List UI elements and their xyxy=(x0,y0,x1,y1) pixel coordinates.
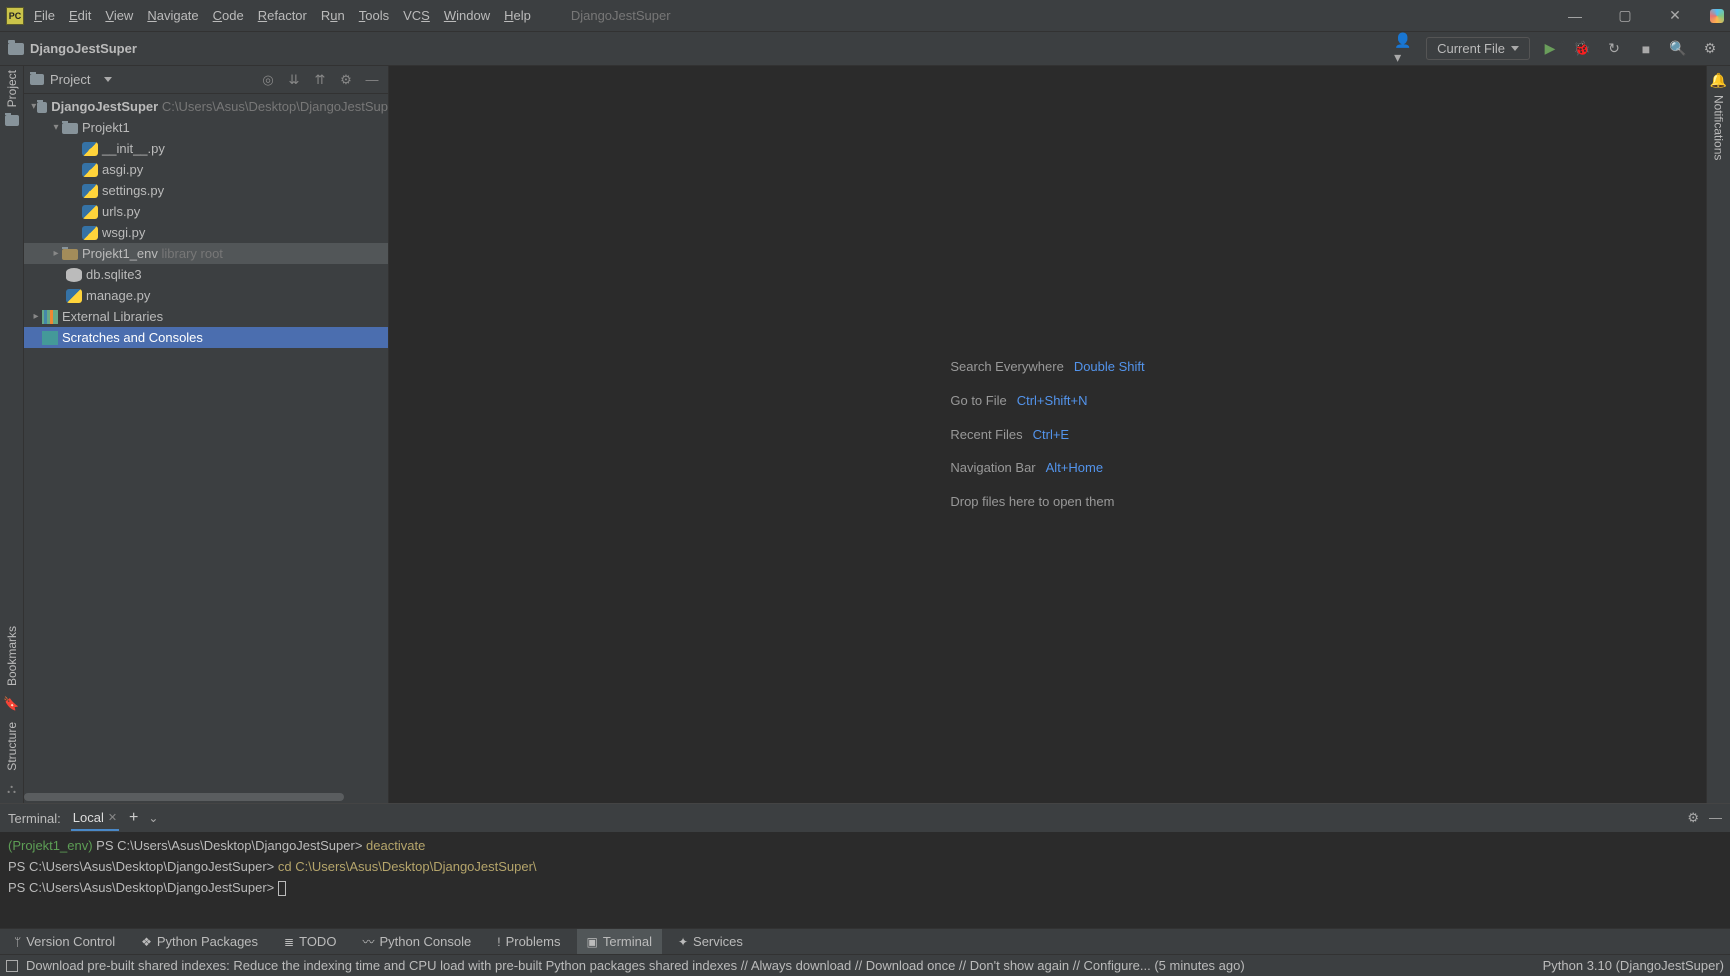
status-message[interactable]: Download pre-built shared indexes: Reduc… xyxy=(26,958,1245,973)
drop-hint: Drop files here to open them xyxy=(950,485,1144,519)
menu-code[interactable]: Code xyxy=(213,8,244,23)
debug-button[interactable]: 🐞 xyxy=(1570,37,1594,61)
tree-file-db[interactable]: db.sqlite3 xyxy=(24,264,388,285)
terminal-output[interactable]: (Projekt1_env) PS C:\Users\Asus\Desktop\… xyxy=(0,832,1730,928)
structure-tool-button[interactable]: Structure xyxy=(5,722,19,771)
pycharm-logo-icon: PC xyxy=(6,7,24,25)
close-button[interactable]: ✕ xyxy=(1660,7,1690,24)
shortcut-row[interactable]: Search EverywhereDouble Shift xyxy=(950,350,1144,384)
code-with-me-icon[interactable] xyxy=(1710,9,1724,23)
tab-version-control[interactable]: ᛘVersion Control xyxy=(4,929,125,954)
project-tool-button[interactable]: Project xyxy=(5,70,19,107)
menu-file[interactable]: File xyxy=(34,8,55,23)
menu-tools[interactable]: Tools xyxy=(359,8,389,23)
right-tool-stripe: 🔔 Notifications xyxy=(1706,66,1730,803)
project-tree[interactable]: DjangoJestSuper C:\Users\Asus\Desktop\Dj… xyxy=(24,94,388,793)
menu-run[interactable]: Run xyxy=(321,8,345,23)
notifications-icon[interactable]: 🔔 xyxy=(1710,72,1727,89)
tool-windows-toggle-icon[interactable] xyxy=(6,960,18,972)
interpreter-indicator[interactable]: Python 3.10 (DjangoJestSuper) xyxy=(1543,958,1724,973)
gear-icon[interactable]: ⚙ xyxy=(1687,810,1699,826)
menu-view[interactable]: View xyxy=(105,8,133,23)
hide-icon[interactable]: — xyxy=(362,72,382,87)
title-bar: PC File Edit View Navigate Code Refactor… xyxy=(0,0,1730,32)
close-icon[interactable]: ✕ xyxy=(108,811,117,824)
tree-file[interactable]: wsgi.py xyxy=(24,222,388,243)
left-tool-stripe: Project Bookmarks 🔖 Structure ⛬ xyxy=(0,66,24,803)
terminal-tab-local[interactable]: Local✕ xyxy=(71,806,119,831)
menu-navigate[interactable]: Navigate xyxy=(147,8,198,23)
menu-window[interactable]: Window xyxy=(444,8,490,23)
menu-edit[interactable]: Edit xyxy=(69,8,91,23)
menu-vcs[interactable]: VCS xyxy=(403,8,430,23)
terminal-cursor xyxy=(278,881,286,896)
new-terminal-button[interactable]: + xyxy=(129,809,138,827)
terminal-tool-window: Terminal: Local✕ + ⌄ ⚙ — (Projekt1_env) … xyxy=(0,803,1730,928)
expand-all-icon[interactable]: ⇊ xyxy=(284,72,304,88)
breadcrumb[interactable]: DjangoJestSuper xyxy=(30,41,137,56)
tree-file[interactable]: urls.py xyxy=(24,201,388,222)
collapse-all-icon[interactable]: ⇈ xyxy=(310,72,330,88)
tree-file[interactable]: settings.py xyxy=(24,180,388,201)
navigation-bar: DjangoJestSuper 👤▾ Current File ▶ 🐞 ↻ ■ … xyxy=(0,32,1730,66)
tree-scratches[interactable]: Scratches and Consoles xyxy=(24,327,388,348)
settings-icon[interactable]: ⚙ xyxy=(1698,37,1722,61)
locate-icon[interactable]: ◎ xyxy=(258,72,278,88)
folder-icon xyxy=(8,43,24,55)
run-config-label: Current File xyxy=(1437,41,1505,56)
tree-root[interactable]: DjangoJestSuper C:\Users\Asus\Desktop\Dj… xyxy=(24,96,388,117)
chevron-down-icon[interactable] xyxy=(104,77,112,82)
maximize-button[interactable]: ▢ xyxy=(1610,7,1640,24)
terminal-label: Terminal: xyxy=(8,811,61,826)
shortcut-row[interactable]: Navigation BarAlt+Home xyxy=(950,451,1144,485)
folder-icon xyxy=(30,74,44,85)
gear-icon[interactable]: ⚙ xyxy=(336,72,356,88)
horizontal-scrollbar[interactable] xyxy=(24,793,388,803)
chevron-down-icon xyxy=(1511,46,1519,51)
tree-external-libs[interactable]: External Libraries xyxy=(24,306,388,327)
window-title: DjangoJestSuper xyxy=(571,8,671,23)
folder-icon xyxy=(5,115,19,126)
coverage-button[interactable]: ↻ xyxy=(1602,37,1626,61)
structure-icon: ⛬ xyxy=(7,781,16,797)
search-icon[interactable]: 🔍 xyxy=(1666,37,1690,61)
editor-empty-state: Search EverywhereDouble Shift Go to File… xyxy=(389,66,1706,803)
stop-button[interactable]: ■ xyxy=(1634,37,1658,61)
notifications-tool-button[interactable]: Notifications xyxy=(1712,95,1726,160)
hide-icon[interactable]: — xyxy=(1709,810,1722,826)
add-user-icon[interactable]: 👤▾ xyxy=(1394,37,1418,61)
main-menu: File Edit View Navigate Code Refactor Ru… xyxy=(34,8,531,23)
tab-todo[interactable]: ≣TODO xyxy=(274,929,346,954)
tab-python-packages[interactable]: ❖Python Packages xyxy=(131,929,268,954)
menu-refactor[interactable]: Refactor xyxy=(258,8,307,23)
bookmark-icon: 🔖 xyxy=(3,696,19,712)
tree-file[interactable]: asgi.py xyxy=(24,159,388,180)
tree-folder-projekt1[interactable]: Projekt1 xyxy=(24,117,388,138)
shortcut-row[interactable]: Recent FilesCtrl+E xyxy=(950,418,1144,452)
tab-python-console[interactable]: 〰Python Console xyxy=(352,929,481,954)
status-bar: Download pre-built shared indexes: Reduc… xyxy=(0,954,1730,976)
tab-terminal[interactable]: ▣Terminal xyxy=(577,929,662,954)
chevron-down-icon[interactable]: ⌄ xyxy=(148,811,158,825)
run-config-selector[interactable]: Current File xyxy=(1426,37,1530,60)
shortcut-row[interactable]: Go to FileCtrl+Shift+N xyxy=(950,384,1144,418)
project-tool-window: Project ◎ ⇊ ⇈ ⚙ — DjangoJestSuper C:\Use… xyxy=(24,66,389,803)
tab-services[interactable]: ✦Services xyxy=(668,929,753,954)
bookmarks-tool-button[interactable]: Bookmarks xyxy=(5,626,19,686)
panel-title: Project xyxy=(50,72,90,87)
tab-problems[interactable]: !Problems xyxy=(487,929,570,954)
tree-file[interactable]: __init__.py xyxy=(24,138,388,159)
tree-file-manage[interactable]: manage.py xyxy=(24,285,388,306)
minimize-button[interactable]: — xyxy=(1560,8,1590,24)
bottom-tool-tabs: ᛘVersion Control ❖Python Packages ≣TODO … xyxy=(0,928,1730,954)
run-button[interactable]: ▶ xyxy=(1538,37,1562,61)
tree-folder-env[interactable]: Projekt1_env library root xyxy=(24,243,388,264)
menu-help[interactable]: Help xyxy=(504,8,531,23)
